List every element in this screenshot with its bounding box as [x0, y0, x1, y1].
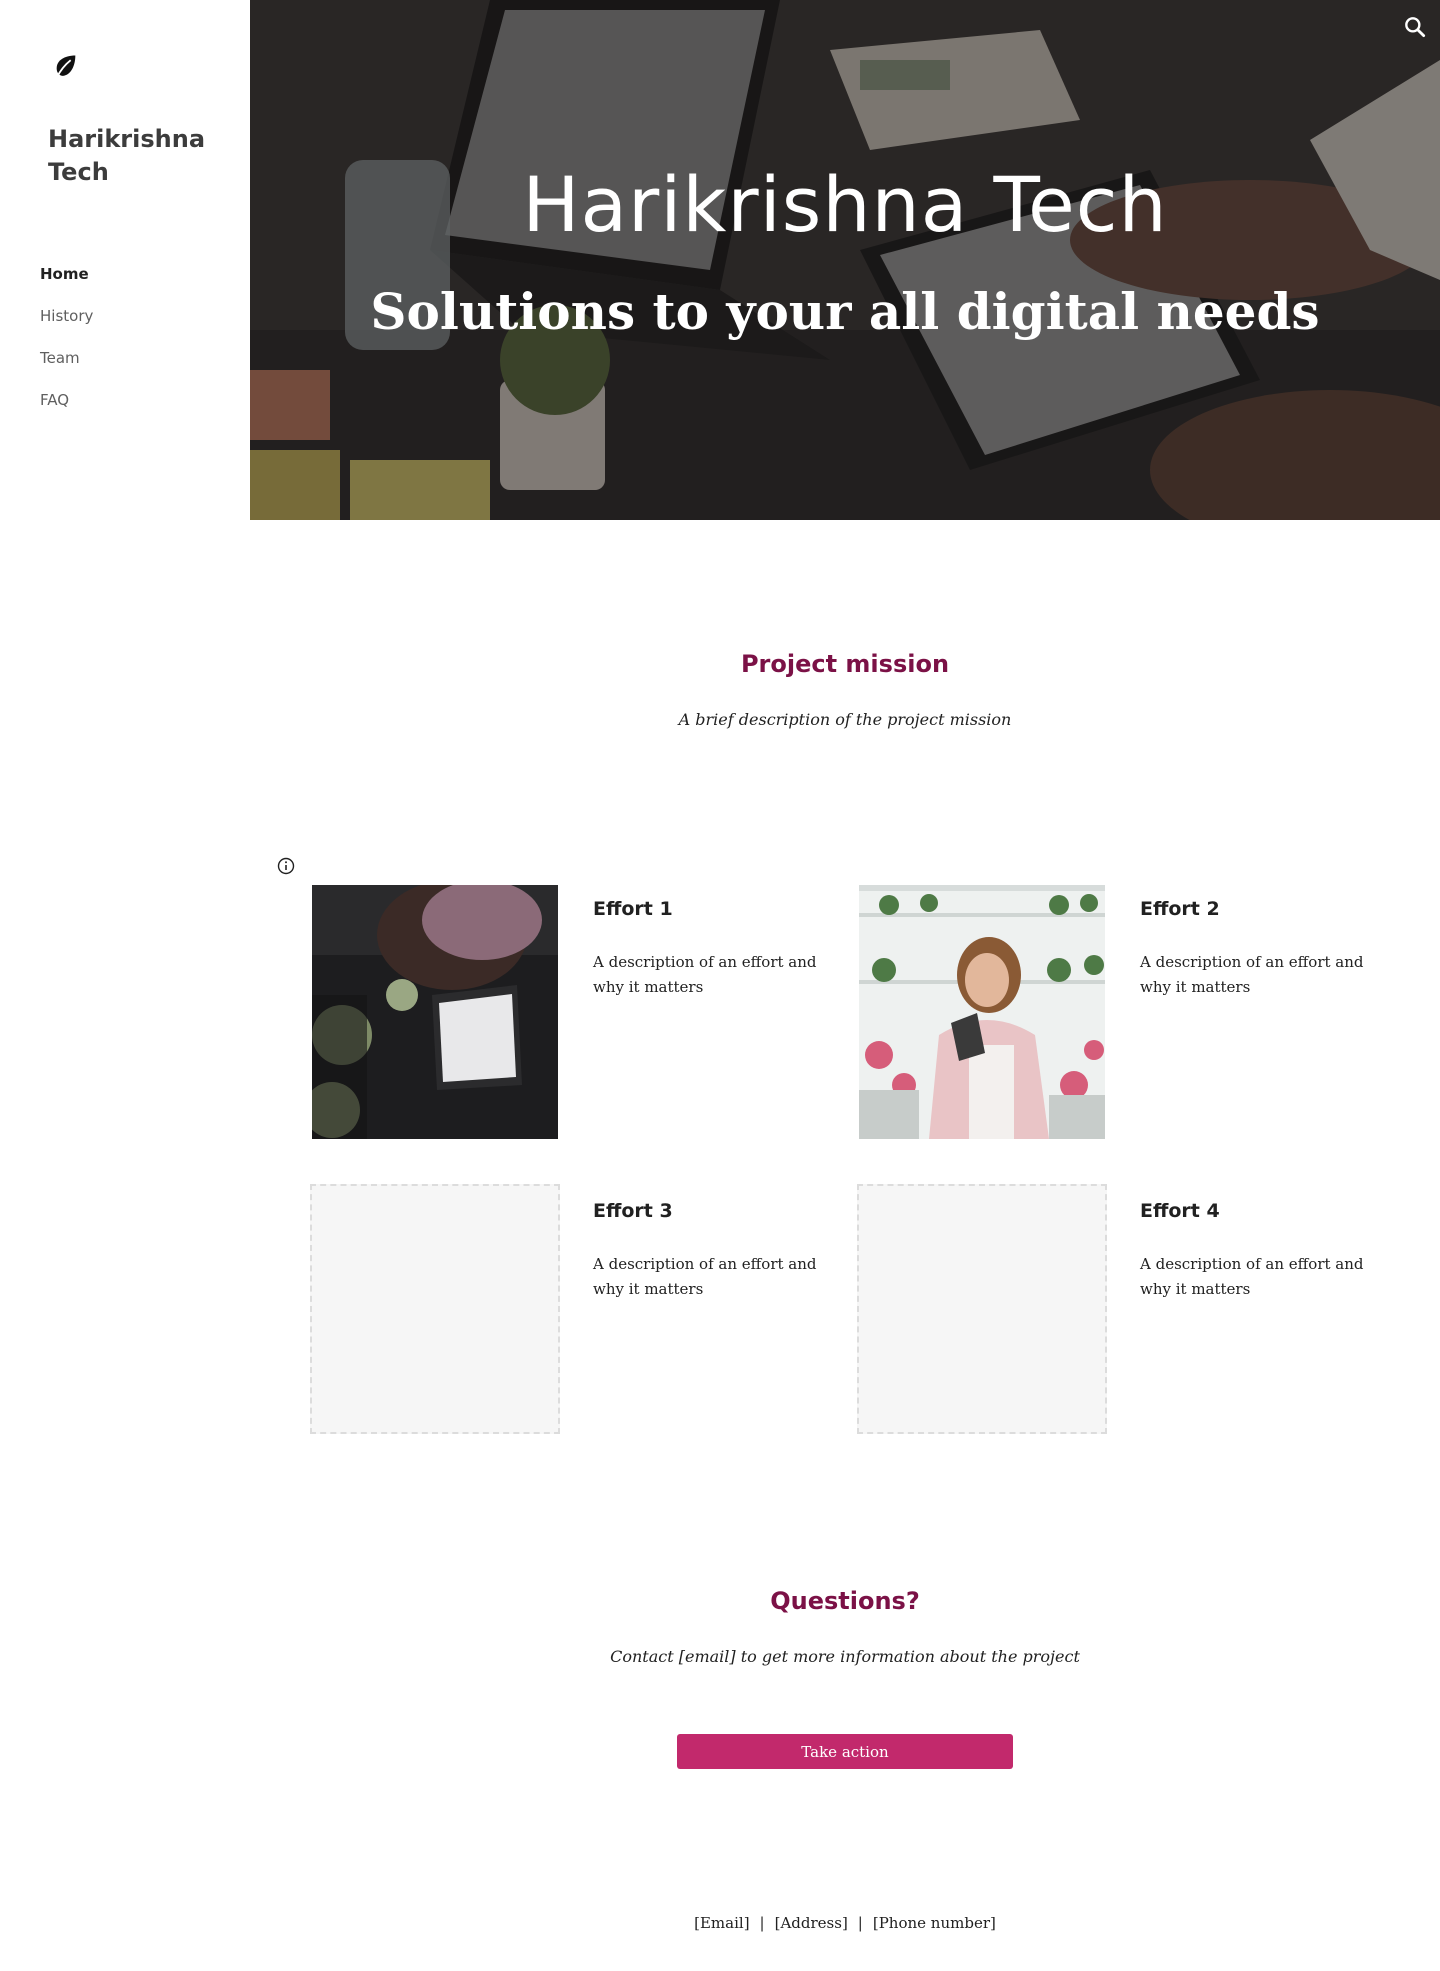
effort-2-description: A description of an effort and why it ma… — [1140, 953, 1364, 996]
sidebar: Harikrishna Tech Home History Team FAQ — [0, 0, 250, 1971]
effort-3-image-placeholder[interactable] — [310, 1184, 560, 1434]
effort-1-description: A description of an effort and why it ma… — [593, 953, 817, 996]
questions-text: Contact [email] to get more information … — [610, 1647, 1080, 1666]
footer-separator: | — [759, 1914, 765, 1932]
effort-2-image — [859, 885, 1105, 1139]
hero-title: Harikrishna Tech — [522, 160, 1168, 249]
footer-phone: [Phone number] — [872, 1914, 996, 1932]
footer-email: [Email] — [694, 1914, 750, 1932]
site-nav: Home History Team FAQ — [40, 262, 93, 430]
hero-overlay — [250, 0, 1440, 520]
effort-4-description: A description of an effort and why it ma… — [1140, 1255, 1364, 1298]
info-icon[interactable] — [276, 856, 296, 876]
effort-2-title: Effort 2 — [1140, 898, 1220, 920]
nav-item-home[interactable]: Home — [40, 262, 93, 304]
nav-item-history[interactable]: History — [40, 304, 93, 346]
effort-4-image-placeholder[interactable] — [857, 1184, 1107, 1434]
take-action-button[interactable]: Take action — [677, 1734, 1013, 1769]
effort-3-description: A description of an effort and why it ma… — [593, 1255, 817, 1298]
nav-item-faq[interactable]: FAQ — [40, 388, 93, 430]
nav-item-team[interactable]: Team — [40, 346, 93, 388]
hero-subtitle: Solutions to your all digital needs — [370, 282, 1320, 341]
effort-4-title: Effort 4 — [1140, 1200, 1220, 1222]
questions-heading: Questions? — [770, 1587, 920, 1615]
footer-contact: [Email] | [Address] | [Phone number] — [250, 1914, 1440, 1932]
effort-3-title: Effort 3 — [593, 1200, 673, 1222]
mission-heading: Project mission — [740, 650, 950, 678]
effort-1-image — [312, 885, 558, 1139]
footer-address: [Address] — [774, 1914, 848, 1932]
search-icon[interactable] — [1402, 14, 1428, 40]
site-title[interactable]: Harikrishna Tech — [48, 123, 238, 189]
mission-text: A brief description of the project missi… — [678, 710, 1012, 729]
effort-1-title: Effort 1 — [593, 898, 673, 920]
hero-banner: Harikrishna Tech Solutions to your all d… — [250, 0, 1440, 520]
leaf-icon[interactable] — [52, 52, 80, 80]
footer-separator: | — [857, 1914, 863, 1932]
